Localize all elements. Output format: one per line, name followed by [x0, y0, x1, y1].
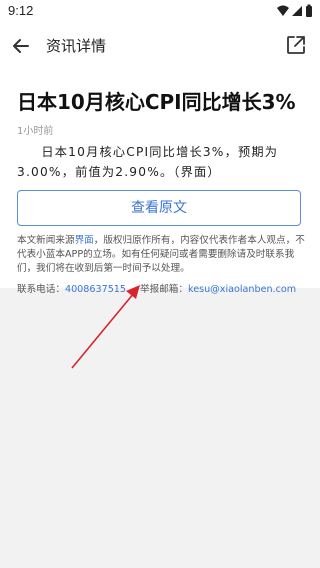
status-bar: 9:12	[0, 0, 320, 22]
disclaimer-text: 本文新闻来源界面，版权归原作所有，内容仅代表作者本人观点，不代表小蓝本APP的立…	[17, 234, 307, 276]
disclaimer-part1: 本文新闻来源	[17, 235, 75, 246]
phone-link[interactable]: 4008637515	[65, 284, 126, 295]
email-link[interactable]: kesu@xiaolanben.com	[188, 284, 296, 295]
page-title: 资讯详情	[46, 37, 107, 55]
signal-icon	[292, 6, 302, 16]
article-time: 1小时前	[17, 126, 54, 137]
navbar: 资讯详情	[0, 22, 320, 70]
screen: 9:12 资讯详情 日本10月核心CPI同比增长3% 1小时前 日本10月核心C…	[0, 0, 320, 568]
wifi-icon	[277, 5, 289, 16]
status-icons	[277, 4, 312, 17]
status-time: 9:12	[8, 3, 34, 18]
share-icon[interactable]	[284, 33, 308, 57]
article-body: 日本10月核心CPI同比增长3%，预期为3.00%，前值为2.90%。（界面）	[17, 145, 279, 179]
back-arrow-icon[interactable]	[8, 33, 34, 59]
article-headline: 日本10月核心CPI同比增长3%	[17, 90, 296, 114]
view-original-button[interactable]: 查看原文	[17, 190, 301, 226]
article-card: 日本10月核心CPI同比增长3% 1小时前 日本10月核心CPI同比增长3%，预…	[0, 70, 320, 295]
contact-info: 联系电话：4008637515 举报邮箱：kesu@xiaolanben.com	[17, 283, 307, 297]
source-link[interactable]: 界面	[75, 235, 94, 246]
battery-icon	[306, 4, 312, 17]
email-label: 举报邮箱：	[140, 284, 188, 295]
annotation-arrow-line	[71, 292, 135, 369]
phone-label: 联系电话：	[17, 284, 65, 295]
